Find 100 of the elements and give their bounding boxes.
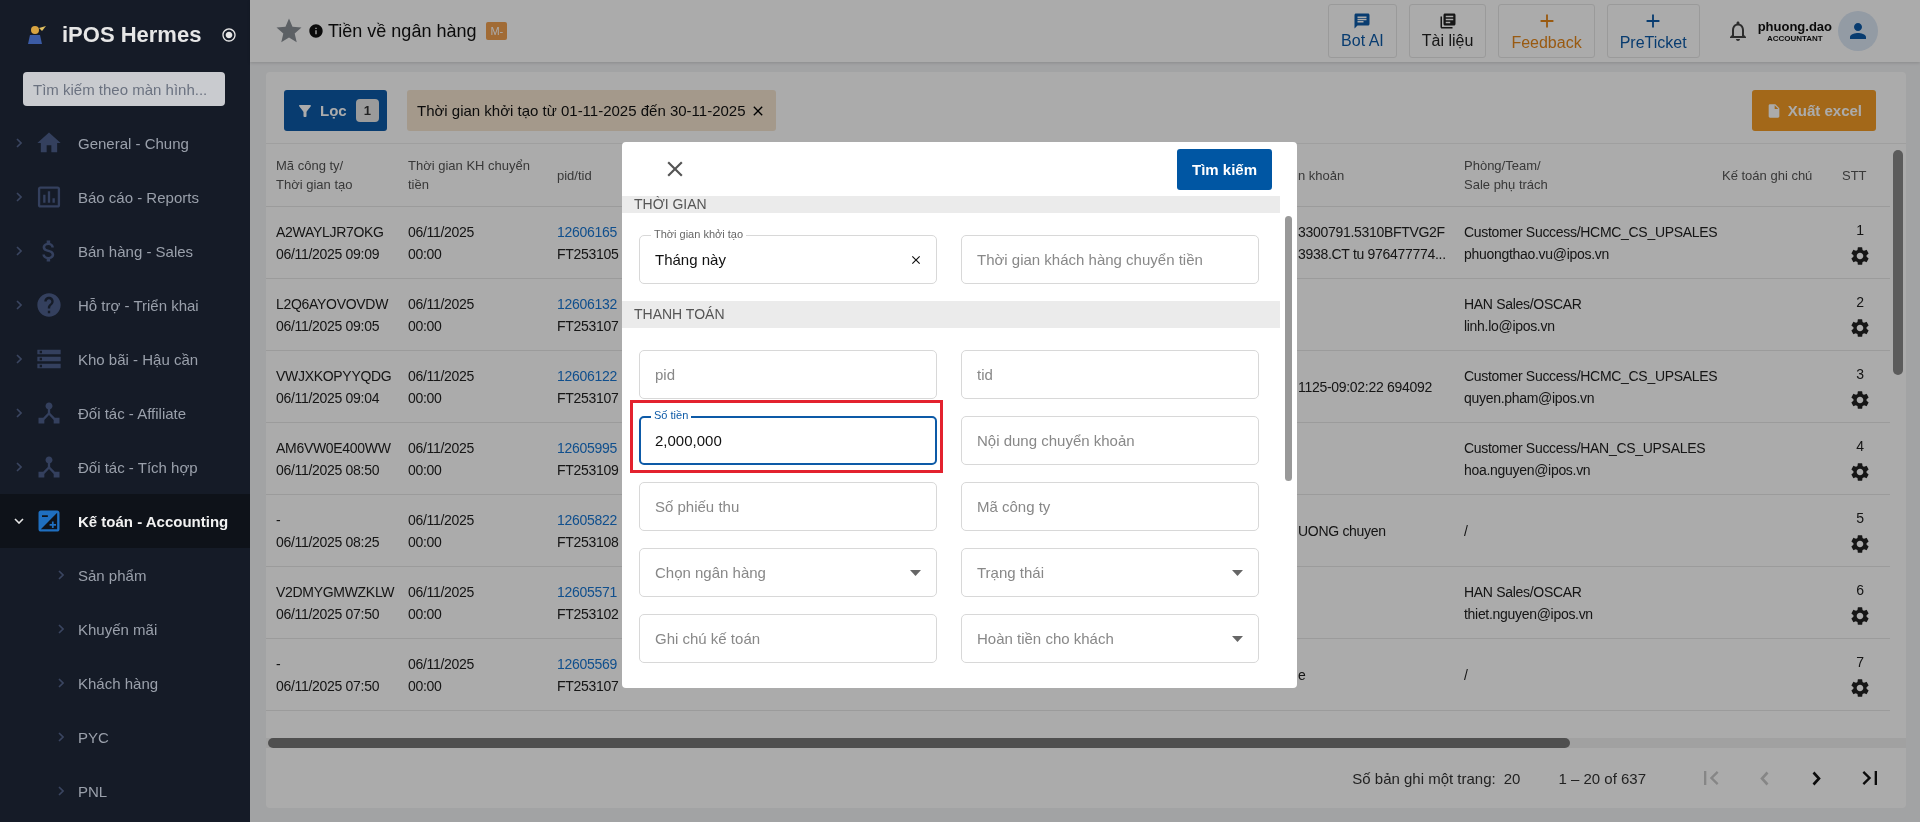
- settings-icon[interactable]: [1849, 244, 1871, 267]
- text-input[interactable]: Ghi chú kế toán: [655, 628, 897, 649]
- settings-icon[interactable]: [1849, 460, 1871, 483]
- table-cell-text: L2Q6AYOVOVDW: [276, 294, 389, 314]
- input-field[interactable]: pid: [639, 343, 937, 399]
- table-cell-text: 06/11/2025: [408, 510, 475, 530]
- menu-icon: [35, 291, 63, 319]
- header-action-button[interactable]: Bot AI: [1328, 4, 1397, 58]
- sidebar-item[interactable]: Báo cáo - Reports: [0, 170, 250, 224]
- sidebar-item[interactable]: Kho bãi - Hậu cần: [0, 332, 250, 386]
- avatar[interactable]: [1838, 11, 1878, 51]
- table-cell-text: FT253107: [557, 388, 619, 408]
- table-cell-text: 00:00: [408, 316, 442, 336]
- app-title: iPOS Hermes: [62, 22, 202, 48]
- user-name: phuong.dao: [1757, 19, 1832, 34]
- sidebar-item[interactable]: Kế toán - Accounting: [0, 494, 250, 548]
- input-field[interactable]: Thời gian khách hàng chuyển tiền: [961, 227, 1259, 284]
- info-icon[interactable]: [308, 23, 324, 39]
- header-action-button[interactable]: Tài liệu: [1408, 4, 1487, 58]
- table-cell-text: /: [1464, 665, 1468, 685]
- chevron-right-icon: [16, 192, 22, 202]
- table-cell-text: Customer Success/HAN_CS_UPSALES: [1464, 438, 1706, 458]
- settings-icon[interactable]: [1849, 604, 1871, 627]
- row-number: 2: [1856, 292, 1864, 312]
- text-input[interactable]: Chọn ngân hàng: [655, 562, 897, 583]
- text-input[interactable]: Số phiếu thu: [655, 496, 897, 517]
- pid-link[interactable]: 12606122: [557, 364, 617, 387]
- row-number: 6: [1856, 580, 1864, 600]
- table-cell-text: 00:00: [408, 460, 442, 480]
- input-field[interactable]: tid: [961, 343, 1259, 399]
- chevron-right-icon: [16, 462, 22, 472]
- pid-link[interactable]: 12605569: [557, 652, 617, 675]
- search-button[interactable]: Tìm kiếm: [1177, 148, 1272, 190]
- column-header: n khoản: [1298, 166, 1346, 185]
- text-input[interactable]: tid: [977, 364, 1219, 385]
- sidebar-subitem[interactable]: Khuyến mãi: [0, 602, 250, 656]
- rows-per-page-value[interactable]: 20: [1503, 769, 1521, 787]
- text-input[interactable]: 2,000,000: [655, 430, 897, 451]
- search-field[interactable]: Tìm kiếm theo màn hình...: [23, 72, 225, 106]
- input-field[interactable]: Ghi chú kế toán: [639, 607, 937, 663]
- select-field[interactable]: Chọn ngân hàng: [639, 541, 937, 597]
- chevron-right-icon: [58, 570, 64, 580]
- sidebar-item[interactable]: Hỗ trợ - Triển khai: [0, 278, 250, 332]
- pid-link[interactable]: 12606165: [557, 220, 617, 243]
- input-field[interactable]: Thời gian khởi tạo Tháng này: [639, 227, 937, 284]
- table-cell-text: thiet.nguyen@ipos.vn: [1464, 604, 1593, 624]
- input-field[interactable]: Mã công ty: [961, 475, 1259, 531]
- chevron-right-icon: [58, 732, 64, 742]
- sidebar-subitem[interactable]: Sản phẩm: [0, 548, 250, 602]
- filter-button[interactable]: Lọc 1: [284, 90, 387, 131]
- column-header: Thời gian KH chuyển tiền: [407, 157, 531, 194]
- settings-icon[interactable]: [1849, 316, 1871, 339]
- table-cell-text: phuongthao.vu@ipos.vn: [1464, 244, 1609, 264]
- sidebar-item[interactable]: General - Chung: [0, 116, 250, 170]
- table-cell-text: 3938.CT tu 976477774...: [1298, 244, 1446, 264]
- select-field[interactable]: Hoàn tiền cho khách: [961, 607, 1259, 663]
- table-cell-text: FT253105: [557, 244, 619, 264]
- input-field[interactable]: Số tiền 2,000,000: [639, 409, 937, 465]
- input-field[interactable]: Số phiếu thu: [639, 475, 937, 531]
- table-cell-text: FT253102: [557, 604, 619, 624]
- header-action-button[interactable]: PreTicket: [1606, 4, 1700, 58]
- table-cell-text: 06/11/2025: [408, 438, 475, 458]
- table-cell-text: 06/11/2025: [408, 582, 475, 602]
- pid-link[interactable]: 12605822: [557, 508, 617, 531]
- settings-icon[interactable]: [1849, 676, 1871, 699]
- page-badge: M-: [486, 22, 508, 40]
- input-field[interactable]: Nội dung chuyển khoản: [961, 409, 1259, 465]
- chevron-down-icon: [14, 518, 24, 524]
- sidebar-item[interactable]: Đối tác - Tích hợp: [0, 440, 250, 494]
- settings-icon[interactable]: [1849, 532, 1871, 555]
- radio-icon[interactable]: [221, 27, 238, 43]
- table-cell-text: A2WAYLJR7OKG: [276, 222, 384, 242]
- settings-icon[interactable]: [1849, 388, 1871, 411]
- text-input[interactable]: pid: [655, 364, 897, 385]
- table-cell-text: 3300791.5310BFTVG2F: [1298, 222, 1445, 242]
- table-cell-text: 06/11/2025 09:04: [276, 388, 380, 408]
- scrollbar[interactable]: [268, 738, 1570, 748]
- table-cell-text: 06/11/2025 09:09: [276, 244, 380, 264]
- text-input[interactable]: Nội dung chuyển khoản: [977, 430, 1219, 451]
- scrollbar[interactable]: [1285, 216, 1292, 481]
- text-input[interactable]: Trạng thái: [977, 562, 1219, 583]
- select-field[interactable]: Trạng thái: [961, 541, 1259, 597]
- sidebar-item[interactable]: Đối tác - Affiliate: [0, 386, 250, 440]
- text-input[interactable]: Mã công ty: [977, 496, 1219, 517]
- sidebar-subitem[interactable]: Khách hàng: [0, 656, 250, 710]
- row-number: 5: [1856, 508, 1864, 528]
- sidebar-subitem[interactable]: PYC: [0, 710, 250, 764]
- sidebar-item[interactable]: Bán hàng - Sales: [0, 224, 250, 278]
- pid-link[interactable]: 12605571: [557, 580, 617, 603]
- table-cell-text: 00:00: [408, 244, 442, 264]
- sidebar-subitem[interactable]: PNL: [0, 764, 250, 818]
- scrollbar[interactable]: [1893, 150, 1903, 375]
- text-input[interactable]: Tháng này: [655, 249, 897, 270]
- table-cell-text: 06/11/2025 08:25: [276, 532, 380, 552]
- text-input[interactable]: Hoàn tiền cho khách: [977, 628, 1219, 649]
- table-cell-text: UONG chuyen: [1298, 521, 1386, 541]
- pid-link[interactable]: 12605995: [557, 436, 617, 459]
- row-number: 1: [1856, 220, 1864, 240]
- pid-link[interactable]: 12606132: [557, 292, 617, 315]
- text-input[interactable]: Thời gian khách hàng chuyển tiền: [977, 249, 1219, 270]
